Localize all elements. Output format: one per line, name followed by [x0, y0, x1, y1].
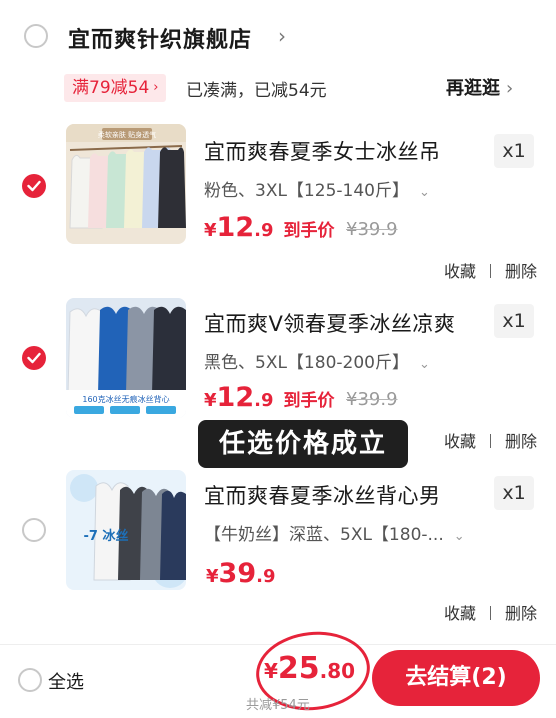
product-spec-selector[interactable]: 黑色、5XL【180-200斤】 ⌄: [204, 348, 430, 373]
image-caption: 柔软亲肤 贴身透气: [98, 130, 156, 139]
discount-note: 共减¥54元: [246, 698, 310, 713]
chevron-down-icon: ⌄: [453, 529, 465, 544]
delete-button[interactable]: 删除: [505, 604, 537, 623]
price-dec: .9: [254, 220, 274, 241]
product-title[interactable]: 宜而爽春夏季女士冰丝吊: [204, 136, 441, 166]
store-chevron-icon[interactable]: ›: [278, 24, 286, 48]
chevron-right-icon: ›: [153, 80, 159, 95]
quantity-badge[interactable]: x1: [494, 476, 534, 510]
price-dec: .9: [254, 390, 274, 411]
image-caption: -7 冰丝: [84, 528, 129, 544]
price-symbol: ¥: [206, 566, 219, 587]
promo-status: 已凑满，已减54元: [186, 81, 327, 101]
product-price: ¥12.9 到手价: [204, 212, 334, 243]
product-image[interactable]: 柔软亲肤 贴身透气: [66, 124, 186, 244]
select-all-radio[interactable]: [18, 668, 42, 692]
quantity-badge[interactable]: x1: [494, 304, 534, 338]
product-spec-selector[interactable]: 粉色、3XL【125-140斤】 ⌄: [204, 176, 430, 201]
item-select-checkbox[interactable]: [22, 518, 46, 542]
product-price: ¥39.9: [206, 558, 275, 589]
product-title[interactable]: 宜而爽V领春夏季冰丝凉爽: [204, 308, 455, 338]
chevron-down-icon: ⌄: [418, 357, 430, 372]
check-icon: [27, 180, 41, 192]
price-tag: 到手价: [283, 391, 335, 411]
product-image[interactable]: -7 冰丝: [66, 470, 186, 590]
item-actions: 收藏 删除: [444, 600, 537, 624]
store-select-radio[interactable]: [24, 24, 48, 48]
favorite-button[interactable]: 收藏: [444, 262, 476, 281]
select-all-label[interactable]: 全选: [48, 668, 84, 694]
price-dec: .9: [256, 566, 276, 587]
continue-shopping-label: 再逛逛: [446, 78, 500, 99]
divider: [490, 434, 492, 448]
store-name[interactable]: 宜而爽针织旗舰店: [68, 22, 252, 54]
image-caption: 160克冰丝无痕冰丝背心: [82, 394, 169, 404]
product-image[interactable]: 160克冰丝无痕冰丝背心: [66, 298, 186, 418]
price-symbol: ¥: [204, 390, 217, 411]
divider: [490, 606, 492, 620]
price-int: 39: [218, 558, 257, 589]
product-spec: 黑色、5XL【180-200斤】: [204, 353, 409, 373]
product-price: ¥12.9 到手价: [204, 382, 334, 413]
favorite-button[interactable]: 收藏: [444, 432, 476, 451]
chevron-right-icon: ›: [506, 78, 514, 99]
continue-shopping-link[interactable]: 再逛逛 ›: [446, 74, 513, 100]
product-spec: 【牛奶丝】深蓝、5XL【180-...: [204, 525, 444, 545]
item-actions: 收藏 删除: [444, 428, 537, 452]
divider: [490, 264, 492, 278]
favorite-button[interactable]: 收藏: [444, 604, 476, 623]
product-title[interactable]: 宜而爽春夏季冰丝背心男: [204, 480, 441, 510]
promo-tag[interactable]: 满79减54 ›: [64, 74, 167, 102]
original-price: ¥39.9: [346, 219, 398, 240]
price-int: 12: [216, 212, 255, 243]
price-symbol: ¥: [204, 220, 217, 241]
quantity-badge[interactable]: x1: [494, 134, 534, 168]
price-tag: 到手价: [283, 221, 335, 241]
chevron-down-icon: ⌄: [418, 185, 430, 200]
item-actions: 收藏 删除: [444, 258, 537, 282]
original-price: ¥39.9: [346, 389, 398, 410]
promo-tag-label: 满79减54: [72, 78, 150, 98]
checkout-button[interactable]: 去结算(2): [372, 650, 540, 706]
item-select-checkbox[interactable]: [22, 346, 46, 370]
product-spec-selector[interactable]: 【牛奶丝】深蓝、5XL【180-... ⌄: [204, 520, 465, 545]
item-select-checkbox[interactable]: [22, 174, 46, 198]
price-int: 12: [216, 382, 255, 413]
delete-button[interactable]: 删除: [505, 432, 537, 451]
toast-message: 任选价格成立: [198, 420, 408, 468]
product-spec: 粉色、3XL【125-140斤】: [204, 181, 409, 201]
delete-button[interactable]: 删除: [505, 262, 537, 281]
check-icon: [27, 352, 41, 364]
